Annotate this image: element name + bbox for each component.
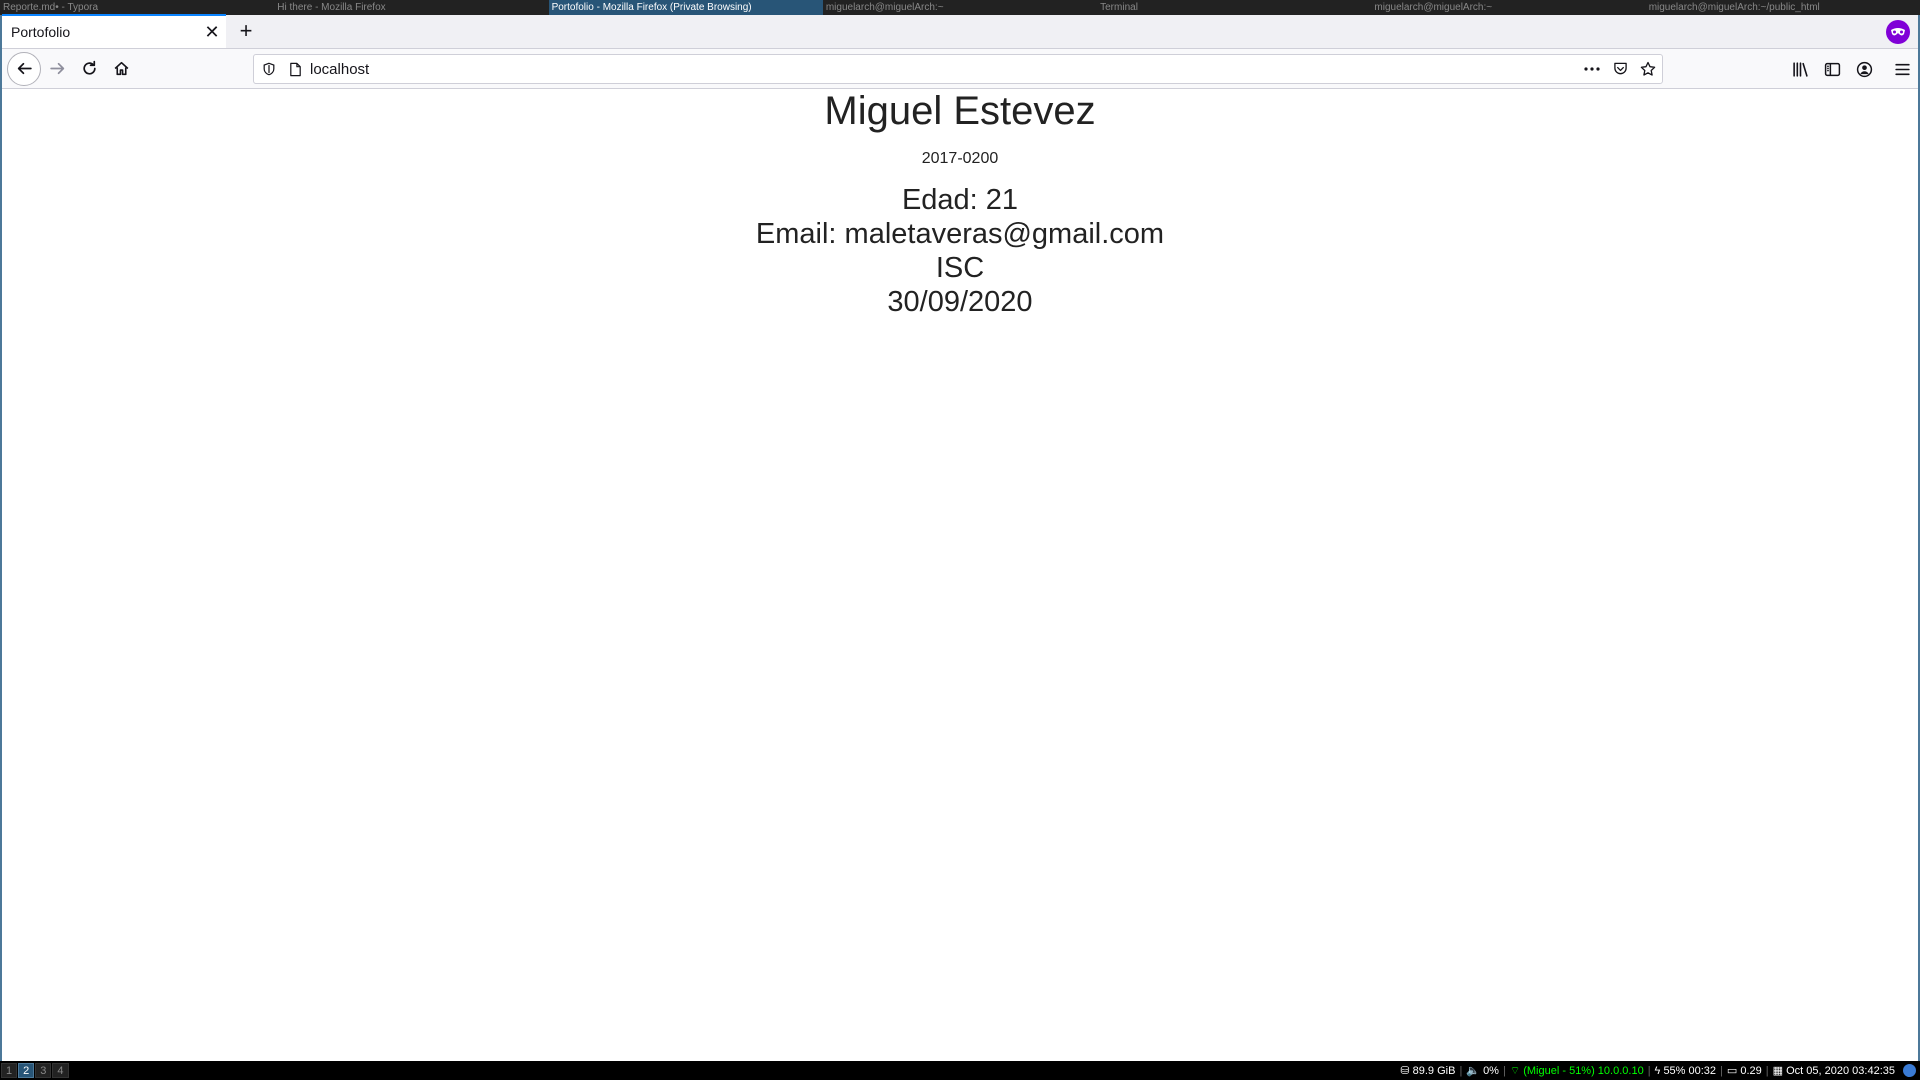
firefox-window: Portofolio ✕ + localhost Miguel Estevez … bbox=[0, 14, 1920, 1061]
url-bar[interactable]: localhost bbox=[253, 54, 1663, 84]
workspace-3[interactable]: 3 bbox=[35, 1063, 52, 1078]
disk-indicator: ⛁ 89.9 GiB bbox=[1396, 1064, 1459, 1077]
workspace-1[interactable]: 1 bbox=[1, 1063, 18, 1078]
wifi-value: (Miguel - 51%) 10.0.0.10 bbox=[1523, 1064, 1644, 1077]
workspace-2[interactable]: 2 bbox=[18, 1063, 35, 1078]
toolbar-right-group bbox=[1784, 53, 1918, 85]
battery-indicator: ϟ 55% 00:32 bbox=[1651, 1065, 1721, 1077]
status-bar: 1 2 3 4 ⛁ 89.9 GiB | 🔈 0% | ⌔ (Miguel - … bbox=[0, 1061, 1920, 1080]
sidebar-icon bbox=[1824, 62, 1840, 76]
home-icon bbox=[114, 61, 128, 76]
close-icon[interactable]: ✕ bbox=[198, 18, 226, 46]
load-value: 0.29 bbox=[1740, 1065, 1762, 1077]
profile-name: Miguel Estevez bbox=[824, 89, 1096, 133]
profile-email: Email: maletaveras@gmail.com bbox=[755, 218, 1165, 250]
new-tab-button[interactable]: + bbox=[230, 15, 262, 47]
speaker-icon: 🔈 bbox=[1466, 1065, 1480, 1077]
home-button[interactable] bbox=[105, 53, 137, 85]
forward-button[interactable] bbox=[41, 53, 73, 85]
tracking-protection-shield-icon[interactable] bbox=[258, 58, 280, 80]
wifi-indicator: ⌔ (Miguel - 51%) 10.0.0.10 bbox=[1506, 1064, 1648, 1078]
url-text[interactable]: localhost bbox=[310, 61, 1578, 78]
account-button[interactable] bbox=[1848, 53, 1880, 85]
window-title-terminal-2[interactable]: Terminal bbox=[1097, 0, 1371, 15]
wifi-icon: ⌔ bbox=[1509, 1064, 1521, 1077]
account-icon bbox=[1856, 61, 1872, 77]
tab-strip: Portofolio ✕ + bbox=[2, 14, 1918, 49]
menu-button[interactable] bbox=[1886, 53, 1918, 85]
calendar-icon: ▦ bbox=[1772, 1065, 1784, 1077]
battery-charging-icon: ϟ bbox=[1654, 1064, 1661, 1077]
tab-portofolio[interactable]: Portofolio ✕ bbox=[2, 14, 226, 48]
cpu-icon: ▭ bbox=[1726, 1065, 1738, 1077]
tab-title: Portofolio bbox=[11, 24, 71, 40]
battery-value: 55% 00:32 bbox=[1663, 1064, 1717, 1077]
library-icon bbox=[1792, 61, 1808, 77]
window-title-terminal-4[interactable]: miguelarch@miguelArch:~/public_html bbox=[1646, 0, 1920, 15]
pocket-icon[interactable] bbox=[1606, 55, 1634, 83]
load-indicator: ▭ 0.29 bbox=[1723, 1064, 1766, 1077]
arrow-right-icon bbox=[49, 62, 64, 75]
window-title-terminal-3[interactable]: miguelarch@miguelArch:~ bbox=[1371, 0, 1645, 15]
datetime-value: Oct 05, 2020 03:42:35 bbox=[1786, 1065, 1895, 1077]
system-tray-icon[interactable] bbox=[1903, 1064, 1916, 1077]
volume-indicator: 🔈 0% bbox=[1462, 1064, 1503, 1077]
window-title-typora[interactable]: Reporte.md• - Typora bbox=[0, 0, 274, 15]
profile-id: 2017-0200 bbox=[921, 150, 999, 167]
window-title-firefox[interactable]: Hi there - Mozilla Firefox bbox=[274, 0, 548, 15]
bookmark-star-icon[interactable] bbox=[1634, 55, 1662, 83]
window-title-bar: Reporte.md• - Typora Hi there - Mozilla … bbox=[0, 0, 1920, 15]
page-info-icon[interactable] bbox=[284, 58, 306, 80]
profile-date: 30/09/2020 bbox=[887, 286, 1033, 318]
clock-indicator: ▦ Oct 05, 2020 03:42:35 bbox=[1769, 1064, 1899, 1077]
window-title-firefox-private[interactable]: Portofolio - Mozilla Firefox (Private Br… bbox=[548, 0, 823, 15]
hamburger-menu-icon bbox=[1894, 63, 1910, 75]
library-button[interactable] bbox=[1784, 53, 1816, 85]
window-title-terminal-1[interactable]: miguelarch@miguelArch:~ bbox=[823, 0, 1097, 15]
navigation-toolbar: localhost bbox=[2, 49, 1918, 89]
page-actions-icon[interactable] bbox=[1578, 55, 1606, 83]
sidebar-button[interactable] bbox=[1816, 53, 1848, 85]
page-content: Miguel Estevez 2017-0200 Edad: 21 Email:… bbox=[2, 89, 1918, 1059]
profile-career: ISC bbox=[935, 252, 985, 284]
disk-value: 89.9 GiB bbox=[1412, 1065, 1456, 1077]
profile-age: Edad: 21 bbox=[901, 184, 1019, 216]
volume-value: 0% bbox=[1483, 1065, 1499, 1077]
workspace-4[interactable]: 4 bbox=[52, 1063, 69, 1078]
reload-button[interactable] bbox=[73, 53, 105, 85]
arrow-left-icon bbox=[17, 62, 32, 75]
private-browsing-icon bbox=[1886, 20, 1910, 44]
reload-icon bbox=[82, 60, 96, 75]
back-button[interactable] bbox=[7, 51, 41, 86]
status-indicators: ⛁ 89.9 GiB | 🔈 0% | ⌔ (Miguel - 51%) 10.… bbox=[1396, 1064, 1920, 1078]
disk-icon: ⛁ bbox=[1400, 1065, 1410, 1077]
